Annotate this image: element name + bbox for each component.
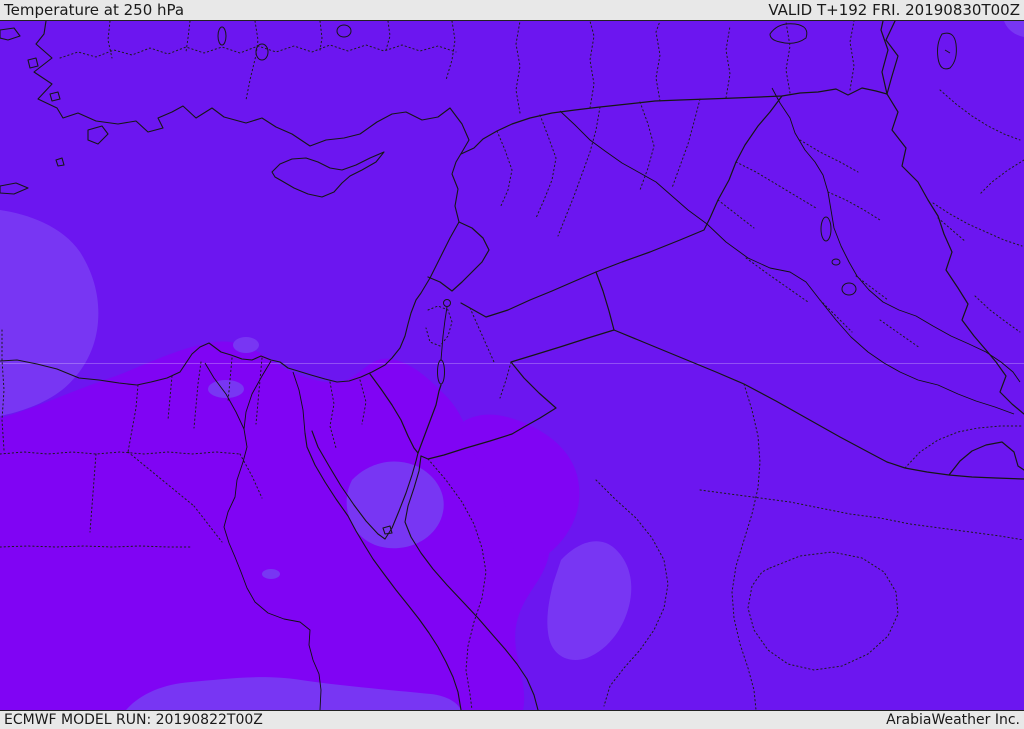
- valid-time-label: VALID T+192 FRI. 20190830T00Z: [768, 1, 1020, 19]
- band-cool-delta-blob: [233, 337, 259, 353]
- brand-label: ArabiaWeather Inc.: [886, 712, 1020, 728]
- header-bar: Temperature at 250 hPa VALID T+192 FRI. …: [0, 0, 1024, 21]
- band-cool-nile-blob: [262, 569, 280, 579]
- footer-bar: ECMWF MODEL RUN: 20190822T00Z ArabiaWeat…: [0, 710, 1024, 729]
- map-title: Temperature at 250 hPa: [4, 1, 185, 19]
- band-cool-cairo-blob: [208, 380, 244, 398]
- weather-map-screenshot: Temperature at 250 hPa VALID T+192 FRI. …: [0, 0, 1024, 729]
- band-cool-suez: [346, 461, 444, 549]
- temperature-map-svg: [0, 21, 1024, 710]
- map-canvas: [0, 21, 1024, 710]
- model-run-label: ECMWF MODEL RUN: 20190822T00Z: [4, 712, 263, 728]
